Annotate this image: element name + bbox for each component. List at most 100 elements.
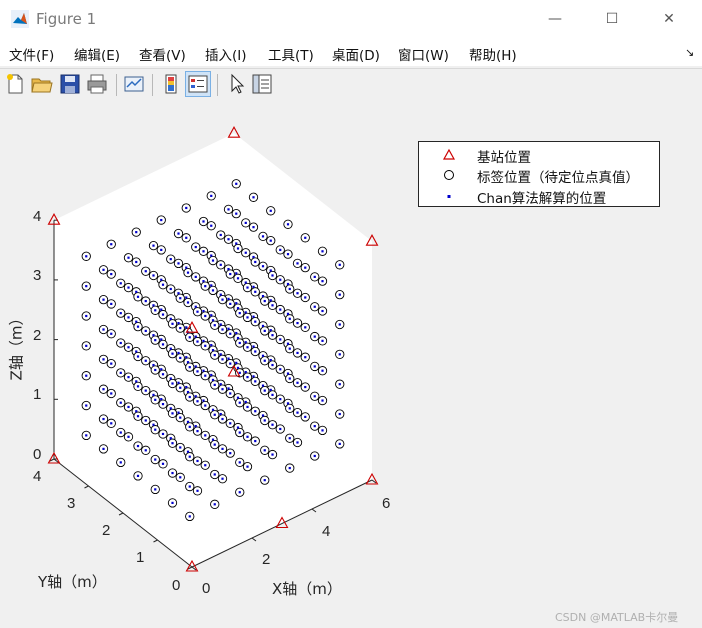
minimize-button[interactable]: — bbox=[532, 4, 578, 34]
insert-colorbar-icon[interactable] bbox=[159, 72, 183, 96]
chan-estimate-point bbox=[219, 383, 222, 386]
chan-estimate-point bbox=[194, 305, 197, 308]
chan-estimate-point bbox=[313, 395, 316, 398]
chan-estimate-point bbox=[177, 232, 180, 235]
chan-estimate-point bbox=[227, 387, 230, 390]
chan-estimate-point bbox=[154, 309, 157, 312]
chan-estimate-point bbox=[221, 388, 224, 391]
chan-estimate-point bbox=[235, 302, 238, 305]
chan-estimate-point bbox=[271, 274, 274, 277]
menu-insert[interactable]: 插入(I) bbox=[205, 44, 247, 64]
print-icon[interactable] bbox=[85, 72, 109, 96]
menu-file[interactable]: 文件(F) bbox=[9, 44, 54, 64]
chan-estimate-point bbox=[229, 272, 232, 276]
chan-estimate-point bbox=[254, 380, 257, 383]
chan-estimate-point bbox=[235, 212, 238, 215]
open-file-icon[interactable] bbox=[30, 72, 54, 96]
chan-estimate-point bbox=[177, 322, 180, 325]
chan-estimate-point bbox=[127, 346, 130, 349]
chan-estimate-point bbox=[263, 359, 266, 362]
watermark: CSDN @MATLAB卡尔曼 bbox=[555, 611, 679, 624]
chan-estimate-point bbox=[186, 390, 190, 394]
chan-estimate-point bbox=[296, 292, 299, 295]
chan-estimate-point bbox=[235, 361, 238, 364]
chan-estimate-point bbox=[213, 324, 216, 327]
chan-estimate-point bbox=[304, 266, 307, 269]
chan-estimate-point bbox=[254, 350, 257, 353]
chan-estimate-point bbox=[338, 263, 341, 266]
save-icon[interactable] bbox=[58, 72, 82, 96]
chan-estimate-point bbox=[321, 280, 324, 283]
chan-estimate-point bbox=[229, 302, 232, 305]
chan-estimate-point bbox=[85, 344, 88, 347]
chan-estimate-point bbox=[177, 262, 180, 265]
chan-estimate-point bbox=[338, 323, 341, 326]
chan-estimate-point bbox=[321, 250, 324, 253]
chan-estimate-point bbox=[85, 285, 88, 288]
chan-estimate-point bbox=[136, 474, 140, 477]
insert-legend-icon[interactable] bbox=[185, 71, 211, 97]
legend-entry: 标签位置（待定位点真值） bbox=[419, 164, 659, 186]
chan-estimate-point bbox=[313, 454, 316, 458]
dock-icon[interactable]: ↘ bbox=[685, 46, 694, 59]
chan-estimate-point bbox=[271, 393, 274, 396]
link-plot-icon[interactable] bbox=[122, 72, 146, 96]
chan-estimate-point bbox=[244, 251, 247, 254]
menu-edit[interactable]: 编辑(E) bbox=[74, 44, 120, 64]
new-figure-icon[interactable] bbox=[3, 72, 27, 96]
toolbar bbox=[0, 68, 702, 101]
minimize-icon: — bbox=[548, 11, 562, 27]
chan-estimate-point bbox=[160, 338, 163, 341]
chan-estimate-point bbox=[152, 423, 155, 426]
dot-marker-icon bbox=[447, 195, 451, 198]
chan-estimate-point bbox=[127, 435, 130, 438]
chan-estimate-point bbox=[244, 311, 247, 314]
chan-estimate-point bbox=[254, 290, 257, 293]
chan-estimate-point bbox=[261, 294, 265, 298]
chan-estimate-point bbox=[235, 182, 238, 185]
legend[interactable]: 基站位置 标签位置（待定位点真值） Chan算法解算的位置 bbox=[418, 141, 660, 207]
close-button[interactable]: ✕ bbox=[646, 4, 692, 34]
chan-estimate-point bbox=[261, 384, 265, 387]
chan-estimate-point bbox=[127, 316, 130, 319]
menu-window[interactable]: 窗口(W) bbox=[398, 44, 449, 64]
chan-estimate-point bbox=[160, 308, 163, 311]
chan-estimate-point bbox=[160, 278, 163, 281]
chan-estimate-point bbox=[213, 383, 216, 387]
chan-estimate-point bbox=[119, 371, 122, 374]
maximize-button[interactable]: ☐ bbox=[589, 4, 635, 34]
chan-estimate-point bbox=[236, 426, 240, 429]
x-axis-label: X轴（m） bbox=[272, 580, 342, 598]
chan-estimate-point bbox=[119, 461, 122, 464]
menu-tools[interactable]: 工具(T) bbox=[268, 44, 314, 64]
chan-estimate-point bbox=[204, 434, 207, 437]
chan-estimate-point bbox=[154, 428, 157, 431]
menu-bar: 文件(F) 编辑(E) 查看(V) 插入(I) 工具(T) 桌面(D) 窗口(W… bbox=[0, 40, 702, 66]
chan-estimate-point bbox=[102, 298, 105, 301]
legend-label: Chan算法解算的位置 bbox=[477, 191, 607, 207]
chan-estimate-point bbox=[85, 314, 88, 318]
chan-estimate-point bbox=[161, 432, 165, 436]
pointer-icon[interactable] bbox=[224, 72, 248, 96]
chan-estimate-point bbox=[185, 296, 188, 299]
menu-desktop[interactable]: 桌面(D) bbox=[332, 44, 380, 64]
chan-estimate-point bbox=[135, 290, 138, 293]
chan-estimate-point bbox=[279, 427, 282, 431]
chan-estimate-point bbox=[246, 465, 249, 468]
chan-estimate-point bbox=[110, 362, 113, 365]
chan-estimate-point bbox=[304, 326, 307, 329]
x-tick-label: 6 bbox=[382, 495, 391, 512]
chan-estimate-point bbox=[221, 328, 224, 331]
chan-estimate-point bbox=[144, 419, 147, 422]
x-tick-label: 2 bbox=[262, 551, 271, 568]
chan-estimate-point bbox=[127, 256, 130, 259]
menu-view[interactable]: 查看(V) bbox=[139, 44, 186, 64]
chan-estimate-point bbox=[279, 398, 282, 401]
chan-estimate-point bbox=[202, 250, 205, 253]
chan-estimate-point bbox=[152, 304, 155, 307]
y-tick-label: 0 bbox=[172, 577, 181, 594]
property-inspector-icon[interactable] bbox=[250, 72, 274, 96]
z-tick-label: 2 bbox=[33, 327, 42, 344]
chan-estimate-point bbox=[296, 381, 299, 384]
menu-help[interactable]: 帮助(H) bbox=[469, 44, 517, 64]
